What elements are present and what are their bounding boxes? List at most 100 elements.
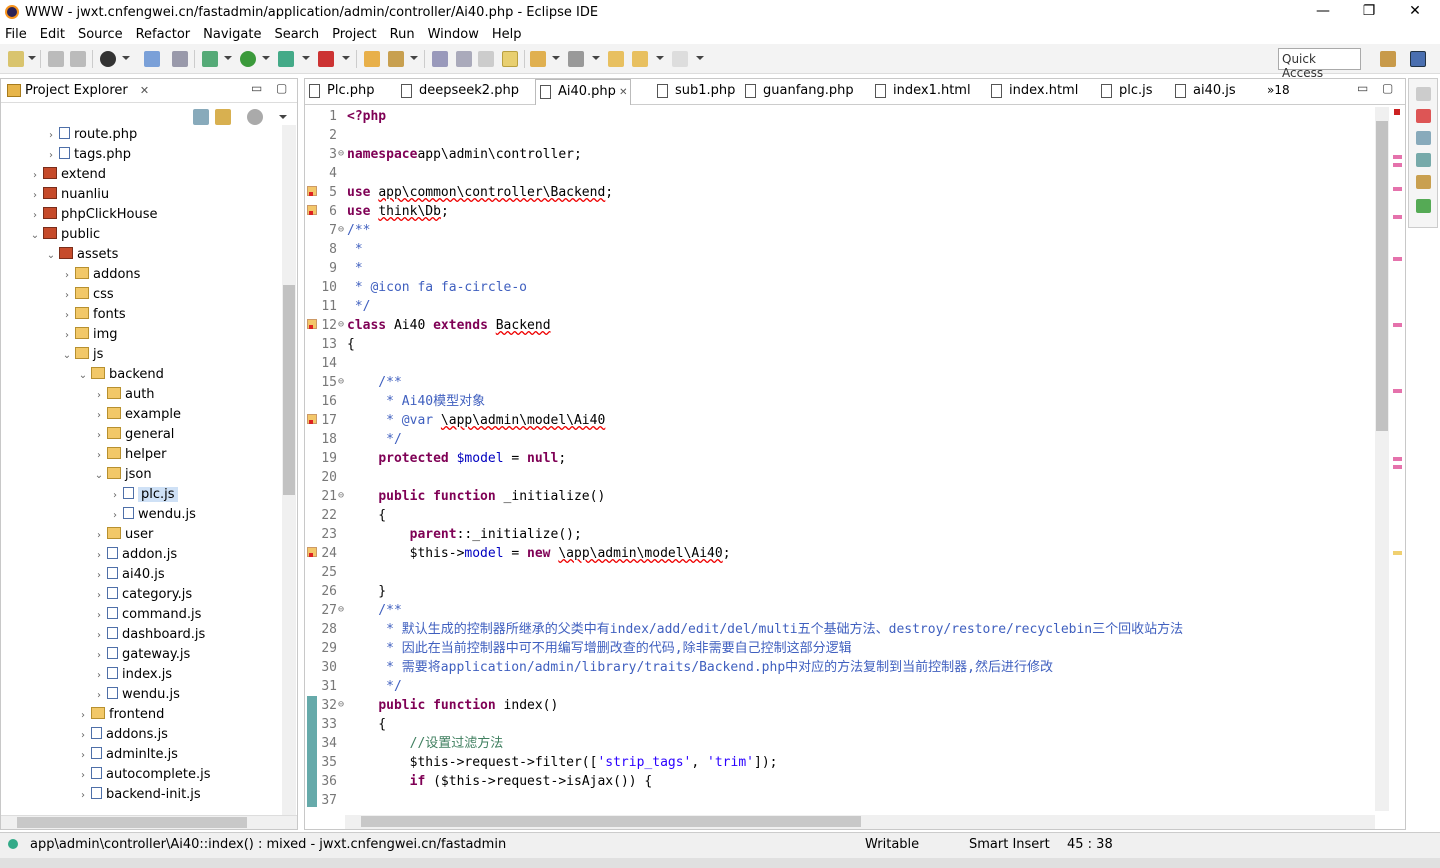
overview-marker[interactable] — [1393, 257, 1402, 261]
tree-item[interactable]: › wendu.js — [93, 685, 180, 705]
code-line[interactable]: 15 ⊖ /** — [305, 373, 1375, 392]
maximize-button[interactable]: ❐ — [1346, 0, 1392, 24]
code-line[interactable]: 30 * 需要将application/admin/library/traits… — [305, 658, 1375, 677]
code-line[interactable]: 27 ⊖ /** — [305, 601, 1375, 620]
last-edit-icon[interactable] — [608, 51, 624, 67]
editor-tab[interactable]: Plc.php — [305, 79, 393, 105]
expand-chevron-icon[interactable]: › — [77, 746, 89, 766]
tree-item[interactable]: ⌄ assets — [45, 245, 118, 265]
overview-marker[interactable] — [1393, 187, 1402, 191]
quick-access-field[interactable]: Quick Access — [1278, 48, 1361, 80]
open-folder-icon[interactable] — [364, 51, 380, 67]
expand-chevron-icon[interactable]: › — [77, 726, 89, 746]
skip-breakpoints-icon[interactable] — [172, 51, 188, 67]
collapse-chevron-icon[interactable]: ⌄ — [77, 366, 89, 386]
fold-icon[interactable]: ⊖ — [338, 695, 344, 714]
expand-chevron-icon[interactable]: › — [93, 586, 105, 606]
code-line[interactable]: 16 * Ai40模型对象 — [305, 392, 1375, 411]
editor-tab[interactable]: deepseek2.php — [397, 79, 519, 105]
code-line[interactable]: 33 { — [305, 715, 1375, 734]
tree-item[interactable]: › user — [93, 525, 153, 545]
menu-search[interactable]: Search — [274, 27, 319, 42]
back-icon[interactable] — [632, 51, 648, 67]
tree-item[interactable]: › category.js — [93, 585, 192, 605]
tree-item[interactable]: › ai40.js — [93, 565, 165, 585]
menu-help[interactable]: Help — [492, 27, 522, 42]
tree-item[interactable]: › plc.js — [109, 485, 178, 505]
tree-item[interactable]: › index.js — [93, 665, 172, 685]
tree-item[interactable]: › nuanliu — [29, 185, 109, 205]
close-button[interactable]: ✕ — [1392, 0, 1438, 24]
code-line[interactable]: 12 ⊖ class Ai40 extends Backend — [305, 316, 1375, 335]
tree-item[interactable]: › route.php — [45, 125, 137, 145]
expand-chevron-icon[interactable]: › — [93, 666, 105, 686]
expand-chevron-icon[interactable]: › — [77, 766, 89, 786]
save-all-icon[interactable] — [70, 51, 86, 67]
expand-chevron-icon[interactable]: › — [93, 626, 105, 646]
tree-item[interactable]: ⌄ public — [29, 225, 100, 245]
prev-annotation-icon[interactable] — [568, 51, 584, 67]
project-explorer-tab[interactable]: Project Explorer ✕ — [1, 79, 155, 103]
tree-item[interactable]: ⌄ json — [93, 465, 152, 485]
code-line[interactable]: 11 */ — [305, 297, 1375, 316]
tree-item[interactable]: › general — [93, 425, 174, 445]
tasks-icon[interactable] — [1416, 131, 1431, 145]
tree-item[interactable]: › backend-init.js — [77, 785, 201, 805]
code-line[interactable]: 21 ⊖ public function _initialize() — [305, 487, 1375, 506]
tree-item[interactable]: › fonts — [61, 305, 126, 325]
explorer-horizontal-scrollbar[interactable] — [1, 815, 297, 829]
expand-chevron-icon[interactable]: › — [77, 786, 89, 806]
fold-icon[interactable]: ⊖ — [338, 220, 344, 239]
collapse-chevron-icon[interactable]: ⌄ — [45, 246, 57, 266]
code-line[interactable]: 2 — [305, 126, 1375, 145]
minimize-editor-button[interactable]: ▭ — [1357, 81, 1368, 95]
expand-chevron-icon[interactable]: › — [93, 426, 105, 446]
code-line[interactable]: 35 $this->request->filter(['strip_tags',… — [305, 753, 1375, 772]
menu-source[interactable]: Source — [78, 27, 123, 42]
php-perspective-icon[interactable] — [1410, 51, 1426, 67]
fold-icon[interactable]: ⊖ — [338, 486, 344, 505]
menu-file[interactable]: File — [5, 27, 27, 42]
menu-run[interactable]: Run — [390, 27, 415, 42]
code-area[interactable]: 1 <?php 2 3 ⊖ namespaceapp\admin\controller; 4… — [305, 107, 1375, 807]
editor-tab[interactable]: ai40.js — [1171, 79, 1259, 105]
next-annotation-icon[interactable] — [530, 51, 546, 67]
code-line[interactable]: 18 */ — [305, 430, 1375, 449]
code-line[interactable]: 1 <?php — [305, 107, 1375, 126]
debug-icon[interactable] — [202, 51, 218, 67]
editor-vertical-scrollbar[interactable] — [1375, 107, 1389, 811]
terminal-icon[interactable] — [100, 51, 116, 67]
block-select-icon[interactable] — [456, 51, 472, 67]
more-tabs-button[interactable]: »18 — [1267, 83, 1290, 97]
status-insert-mode[interactable]: Smart Insert — [969, 837, 1050, 852]
tree-item[interactable]: › frontend — [77, 705, 164, 725]
run-icon[interactable] — [240, 51, 256, 67]
editor-tab[interactable]: guanfang.php — [741, 79, 854, 105]
tree-item[interactable]: › phpClickHouse — [29, 205, 157, 225]
toggle-mark-icon[interactable] — [432, 51, 448, 67]
expand-chevron-icon[interactable]: › — [109, 506, 121, 526]
code-line[interactable]: 22 { — [305, 506, 1375, 525]
menu-navigate[interactable]: Navigate — [203, 27, 261, 42]
expand-chevron-icon[interactable]: › — [77, 706, 89, 726]
php-functions-icon[interactable] — [1416, 199, 1431, 213]
collapse-chevron-icon[interactable]: ⌄ — [93, 466, 105, 486]
menu-edit[interactable]: Edit — [40, 27, 65, 42]
expand-chevron-icon[interactable]: › — [93, 386, 105, 406]
code-line[interactable]: 20 — [305, 468, 1375, 487]
overview-marker[interactable] — [1393, 163, 1402, 167]
fold-icon[interactable]: ⊖ — [338, 600, 344, 619]
expand-chevron-icon[interactable]: › — [93, 526, 105, 546]
code-line[interactable]: 19 protected $model = null; — [305, 449, 1375, 468]
tree-item[interactable]: › extend — [29, 165, 106, 185]
code-line[interactable]: 26 } — [305, 582, 1375, 601]
filter-icon[interactable] — [247, 109, 263, 125]
code-line[interactable]: 31 */ — [305, 677, 1375, 696]
expand-chevron-icon[interactable]: › — [93, 686, 105, 706]
expand-chevron-icon[interactable]: › — [29, 166, 41, 186]
code-line[interactable]: 8 * — [305, 240, 1375, 259]
maximize-editor-button[interactable]: ▢ — [1382, 81, 1393, 95]
tree-item[interactable]: › auth — [93, 385, 155, 405]
editor-tab[interactable]: index1.html — [871, 79, 971, 105]
code-line[interactable]: 7 ⊖/** — [305, 221, 1375, 240]
